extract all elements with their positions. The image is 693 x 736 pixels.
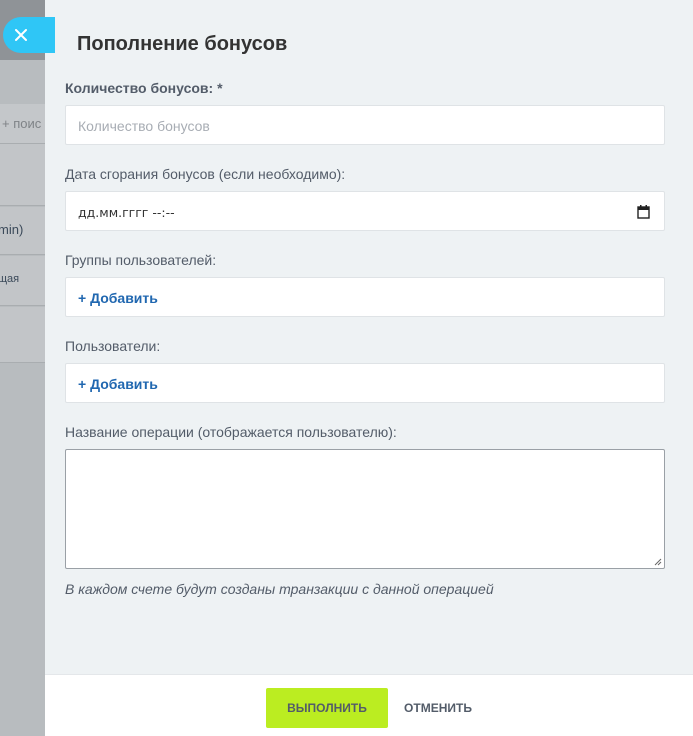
groups-label: Группы пользователей: (65, 252, 217, 268)
background-row (0, 307, 45, 363)
background-row: min) (0, 207, 45, 255)
add-group-link[interactable]: + Добавить (78, 290, 158, 306)
users-selector: + Добавить (65, 363, 665, 403)
amount-label: Количество бонусов: * (65, 80, 223, 96)
background-row-text: щая (0, 273, 20, 285)
expiry-label: Дата сгорания бонусов (если необходимо): (65, 166, 346, 182)
operation-textarea[interactable] (65, 449, 665, 569)
page-title: Пополнение бонусов (77, 33, 288, 55)
operation-hint: В каждом счете будут созданы транзакции … (65, 581, 494, 597)
calendar-icon[interactable] (637, 205, 650, 219)
run-button[interactable]: ВЫПОЛНИТЬ (266, 688, 388, 728)
background-row-text: min) (0, 222, 24, 237)
expiry-date-input[interactable]: дд.мм.гггг --:-- (65, 191, 665, 231)
background-row: щая (0, 256, 45, 306)
amount-input[interactable]: Количество бонусов (65, 105, 665, 145)
background-search-text: + поис (2, 116, 42, 131)
background-page: + поис min) щая (0, 0, 45, 736)
operation-label: Название операции (отображается пользова… (65, 424, 397, 440)
resize-grip-icon[interactable] (654, 558, 662, 566)
slider-panel: Пополнение бонусов Количество бонусов: *… (45, 0, 693, 736)
close-slider-button[interactable] (3, 17, 55, 53)
cancel-button[interactable]: ОТМЕНИТЬ (397, 688, 479, 728)
footer: ВЫПОЛНИТЬ ОТМЕНИТЬ (45, 674, 693, 736)
bonus-form: Количество бонусов: * Количество бонусов… (65, 80, 665, 597)
amount-placeholder: Количество бонусов (78, 118, 210, 134)
background-row (0, 144, 45, 206)
expiry-date-value: дд.мм.гггг --:-- (78, 205, 175, 220)
background-search: + поис (0, 104, 45, 144)
close-icon (15, 29, 27, 41)
users-label: Пользователи: (65, 338, 161, 354)
add-user-link[interactable]: + Добавить (78, 376, 158, 392)
groups-selector: + Добавить (65, 277, 665, 317)
